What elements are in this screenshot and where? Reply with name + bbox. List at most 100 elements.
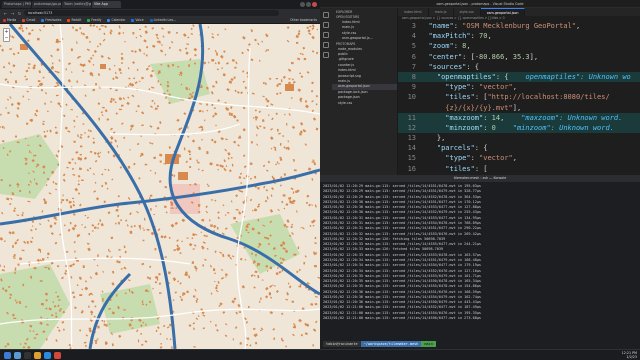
browser-icon[interactable] — [34, 352, 41, 359]
building — [52, 301, 54, 303]
bookmark-freshsales[interactable]: Freshsales — [41, 18, 61, 22]
building — [303, 261, 306, 265]
building — [15, 301, 18, 304]
building — [129, 230, 133, 234]
building — [246, 344, 248, 346]
building — [99, 151, 101, 154]
explorer-sidebar: EXPLORER OPEN EDITORS index.html main.js s… — [332, 8, 398, 175]
bookmark-media[interactable]: Media — [3, 18, 16, 22]
terminal-icon[interactable] — [24, 352, 31, 359]
code-line[interactable]: 4 "maxPitch": 70, — [398, 31, 640, 41]
code-line[interactable]: 16 "tiles": [ — [398, 164, 640, 174]
code-line[interactable]: 14 "parcels": { — [398, 143, 640, 153]
building — [186, 237, 189, 239]
building — [159, 83, 162, 86]
editor-tab[interactable]: style.css — [454, 8, 481, 16]
chrome-icon[interactable] — [54, 352, 61, 359]
minimize-icon[interactable] — [300, 2, 305, 7]
close-icon[interactable] — [312, 2, 317, 7]
vscode-title-bar: osm-geoportal.json - protomaps - Visual … — [320, 0, 640, 8]
building — [45, 184, 48, 187]
forward-icon[interactable]: → — [10, 11, 15, 16]
building — [93, 226, 97, 230]
terminal-prompt[interactable]: tobin@rocinante ~/workspace/tilemaker-me… — [320, 340, 640, 348]
source-control-icon[interactable] — [323, 32, 329, 38]
building — [295, 190, 298, 194]
app-launcher-icon[interactable] — [4, 352, 11, 359]
code-line[interactable]: 12 "minzoom": 0 "minzoom": Unknown word. — [398, 122, 640, 134]
building-large — [285, 84, 294, 91]
browser-tab-active[interactable]: Vite App — [92, 1, 121, 8]
building — [211, 59, 215, 62]
building — [108, 248, 110, 252]
editor-tab[interactable]: main.js — [429, 8, 454, 16]
building — [22, 95, 25, 98]
editor-tab[interactable]: index.html — [398, 8, 429, 16]
code-line[interactable]: 10 "tiles": ["http://localhost:8080/tile… — [398, 92, 640, 102]
run-debug-icon[interactable] — [323, 42, 329, 48]
address-bar[interactable]: localhost:5173 — [24, 10, 279, 16]
terminal-output[interactable]: 2023/01/02 12:20:29 main.go:115: served … — [320, 182, 640, 323]
maximize-icon[interactable] — [306, 2, 311, 7]
files-icon[interactable] — [14, 352, 21, 359]
building — [190, 95, 194, 98]
bookmark-calendar[interactable]: Calendar — [107, 18, 125, 22]
bookmark-feedly[interactable]: Feedly — [87, 18, 101, 22]
search-icon[interactable] — [323, 22, 329, 28]
building — [299, 72, 301, 74]
building — [160, 343, 163, 345]
back-icon[interactable]: ← — [3, 11, 8, 16]
other-bookmarks[interactable]: Other bookmarks — [290, 17, 317, 24]
map-canvas[interactable] — [0, 24, 320, 349]
reload-icon[interactable]: ↻ — [17, 11, 22, 16]
building — [212, 85, 215, 88]
bookmark-gmail[interactable]: Gmail — [22, 18, 35, 22]
code-line[interactable]: {z}/{x}/{y}.mvt"], — [398, 103, 640, 113]
code-line[interactable]: 3 "name": "OSM Mecklenburg GeoPortal", — [398, 21, 640, 31]
building — [96, 338, 99, 340]
activity-bar — [320, 8, 332, 175]
bookmark-linkedin[interactable]: LinkedIn Lea... — [149, 18, 176, 22]
code-line[interactable]: 5 "zoom": 8, — [398, 41, 640, 51]
browser-tab[interactable]: Tobin (radley@gmail.com)... — [62, 1, 91, 8]
code-line[interactable]: 15 "type": "vector", — [398, 153, 640, 163]
building — [210, 199, 213, 201]
code-line[interactable]: 11 "maxzoom": 14, "maxzoom": Unknown wor… — [398, 112, 640, 123]
building — [217, 61, 220, 65]
browser-tab-strip: Protomaps | PMTiles protomaps/go-pmtiles… — [0, 0, 320, 9]
building — [12, 244, 14, 249]
code-line[interactable]: 7 "sources": { — [398, 62, 640, 72]
explorer-icon[interactable] — [323, 12, 329, 18]
feedly-icon — [87, 18, 91, 22]
browser-tab[interactable]: Protomaps | PMTiles — [2, 1, 31, 8]
line-number: 5 — [411, 42, 416, 51]
code-line[interactable]: 8 "openmaptiles": { openmaptiles": Unkno… — [398, 71, 640, 83]
building — [79, 294, 83, 297]
code-line[interactable]: 9 "type": "vector", — [398, 82, 640, 92]
building — [281, 312, 284, 315]
line-content: "minzoom": 0 "minzoom": Unknown word. — [445, 123, 614, 132]
file-tree-item[interactable]: style.css — [332, 101, 397, 106]
bookmark-voice[interactable]: Voice — [131, 18, 144, 22]
line-number: 7 — [411, 62, 416, 71]
building — [262, 119, 265, 122]
vscode-window: osm-geoportal.json - protomaps - Visual … — [320, 0, 640, 175]
code-line[interactable]: 13 }, — [398, 133, 640, 143]
prompt-path: ~/workspace/tilemaker-mesh — [360, 341, 422, 347]
vscode-icon[interactable] — [44, 352, 51, 359]
bookmark-reddit[interactable]: Reddit — [67, 18, 81, 22]
line-number: 10 — [407, 93, 416, 102]
building — [291, 300, 295, 303]
desktop: Protomaps | PMTiles protomaps/go-pmtiles… — [0, 0, 640, 360]
editor-tab[interactable]: osm-geoportal.json — [480, 8, 526, 16]
clock[interactable]: 12:21 PM 1/2/23 — [622, 351, 637, 360]
bookmark-label: Voice — [135, 18, 144, 22]
line-number: 4 — [411, 32, 416, 41]
browser-tab[interactable]: protomaps/go-pmtiles: Sin... — [32, 1, 61, 8]
building — [275, 78, 279, 80]
extensions-icon[interactable] — [323, 52, 329, 58]
code-editor[interactable]: 3 "name": "OSM Mecklenburg GeoPortal", 4 … — [398, 21, 640, 174]
building — [14, 267, 17, 270]
zoom-out-button[interactable]: − — [4, 35, 9, 41]
code-line[interactable]: 6 "center": [-80.866, 35.3], — [398, 52, 640, 62]
